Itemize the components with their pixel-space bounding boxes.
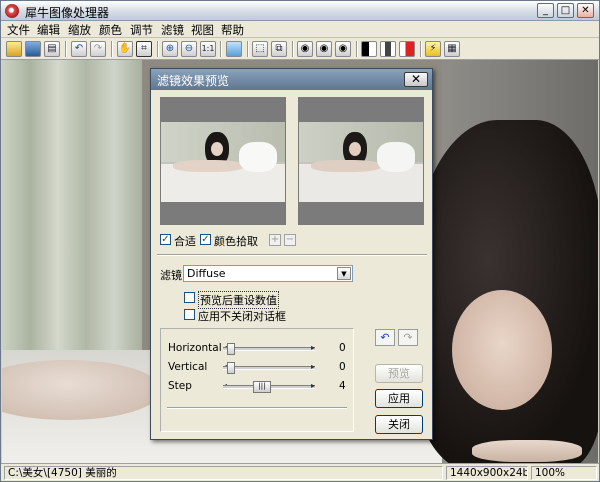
color-balance-icon[interactable] xyxy=(399,41,415,57)
slider-vertical-value: 0 xyxy=(339,361,346,373)
preview-zoom-in-button[interactable]: + xyxy=(269,234,281,246)
contrast-icon[interactable] xyxy=(380,41,396,57)
toolbar-separator xyxy=(420,41,422,57)
keep-open-checkbox[interactable] xyxy=(184,309,195,320)
title-bar[interactable]: 犀牛图像处理器 _ □ ✕ xyxy=(1,1,599,21)
menu-view[interactable]: 视图 xyxy=(191,22,214,38)
mask-icon-2[interactable]: ◉ xyxy=(316,41,332,57)
toolbar-separator xyxy=(65,41,67,57)
sharpen-icon[interactable]: ⚡ xyxy=(425,41,441,57)
slider-step[interactable]: ||| xyxy=(223,381,315,393)
filter-label: 滤镜 xyxy=(160,269,182,282)
toolbar-separator xyxy=(292,41,294,57)
menu-edit[interactable]: 编辑 xyxy=(37,22,60,38)
fit-label: 合适 xyxy=(174,235,196,248)
slider-step-label: Step xyxy=(168,380,192,392)
grid-icon[interactable]: ▦ xyxy=(444,41,460,57)
slider-thumb[interactable] xyxy=(227,362,235,374)
dialog-title-bar[interactable]: 滤镜效果预览 ✕ xyxy=(151,69,432,90)
slider-right-arrow-icon[interactable]: ▸ xyxy=(311,381,315,390)
slider-right-arrow-icon[interactable]: ▸ xyxy=(311,343,315,352)
status-dimensions: 1440x900x24bpp xyxy=(446,466,528,480)
slider-horizontal-label: Horizontal xyxy=(168,342,222,354)
zoom-out-icon[interactable]: ⊖ xyxy=(181,41,197,57)
menu-color[interactable]: 颜色 xyxy=(99,22,122,38)
face-skin xyxy=(452,290,552,410)
menu-adjust[interactable]: 调节 xyxy=(130,22,153,38)
slider-vertical[interactable] xyxy=(223,362,315,374)
levels-icon[interactable] xyxy=(361,41,377,57)
toolbar-separator xyxy=(111,41,113,57)
app-icon xyxy=(5,4,19,18)
slider-step-value: 4 xyxy=(339,380,346,392)
save-icon[interactable] xyxy=(25,41,41,57)
slider-horizontal-value: 0 xyxy=(339,342,346,354)
reset-after-preview-checkbox[interactable] xyxy=(184,292,195,303)
undo-button[interactable]: ↶ xyxy=(375,329,395,346)
preview-zoom-out-button[interactable]: − xyxy=(284,234,296,246)
keep-open-label: 应用不关闭对话框 xyxy=(198,310,286,323)
fit-window-icon[interactable] xyxy=(226,41,242,57)
redo-icon[interactable]: ↷ xyxy=(90,41,106,57)
transform-icon[interactable]: ⧉ xyxy=(271,41,287,57)
open-folder-icon[interactable] xyxy=(6,41,22,57)
actual-size-icon[interactable]: 1:1 xyxy=(200,41,216,57)
arm-skin xyxy=(472,440,582,462)
menu-file[interactable]: 文件 xyxy=(7,22,30,38)
minimize-button[interactable]: _ xyxy=(537,3,554,18)
maximize-button[interactable]: □ xyxy=(557,3,574,18)
status-path: C:\美女\[4750] 美丽的 xyxy=(4,466,443,480)
slider-divider xyxy=(167,407,347,409)
apply-button[interactable]: 应用 xyxy=(375,389,423,408)
menu-bar: 文件 编辑 缩放 颜色 调节 滤镜 视图 帮助 xyxy=(1,21,599,38)
mask-icon-3[interactable]: ◉ xyxy=(335,41,351,57)
filter-select[interactable]: Diffuse ▼ xyxy=(183,265,353,282)
dialog-divider xyxy=(157,254,427,256)
menu-zoom[interactable]: 缩放 xyxy=(68,22,91,38)
filtered-preview[interactable] xyxy=(298,97,424,225)
original-preview[interactable] xyxy=(160,97,286,225)
close-window-button[interactable]: ✕ xyxy=(577,3,594,18)
toolbar-separator xyxy=(247,41,249,57)
filtered-preview-image xyxy=(299,122,423,202)
status-bar: C:\美女\[4750] 美丽的 1440x900x24bpp 100% xyxy=(1,463,599,481)
app-window: 犀牛图像处理器 _ □ ✕ 文件 编辑 缩放 颜色 调节 滤镜 视图 帮助 ▤ … xyxy=(0,0,600,482)
redo-button[interactable]: ↷ xyxy=(398,329,418,346)
dialog-close-button[interactable]: ✕ xyxy=(404,72,428,87)
close-button[interactable]: 关闭 xyxy=(375,415,423,434)
print-icon[interactable]: ▤ xyxy=(44,41,60,57)
hand-icon[interactable]: ✋ xyxy=(117,41,133,57)
window-title: 犀牛图像处理器 xyxy=(25,6,110,20)
color-pick-checkbox[interactable]: ✓ xyxy=(200,234,211,245)
toolbar-separator xyxy=(220,41,222,57)
slider-vertical-label: Vertical xyxy=(168,361,208,373)
slider-thumb[interactable] xyxy=(227,343,235,355)
undo-icon[interactable]: ↶ xyxy=(71,41,87,57)
filter-select-value: Diffuse xyxy=(187,267,226,280)
toolbar-separator xyxy=(157,41,159,57)
slider-horizontal[interactable] xyxy=(223,343,315,355)
menu-filter[interactable]: 滤镜 xyxy=(161,22,184,38)
crop-icon[interactable]: ⌗ xyxy=(136,41,152,57)
slider-group: Horizontal ◂ ▸ 0 Vertical ◂ ▸ 0 Step ◂ |… xyxy=(160,328,354,432)
toolbar: ▤ ↶ ↷ ✋ ⌗ ⊕ ⊖ 1:1 ⬚ ⧉ ◉ ◉ ◉ ⚡ ▦ xyxy=(1,38,599,60)
chevron-down-icon[interactable]: ▼ xyxy=(337,267,351,280)
color-pick-label: 颜色拾取 xyxy=(214,235,258,248)
fit-checkbox[interactable]: ✓ xyxy=(160,234,171,245)
slider-thumb[interactable]: ||| xyxy=(253,381,271,393)
mask-icon-1[interactable]: ◉ xyxy=(297,41,313,57)
select-icon[interactable]: ⬚ xyxy=(252,41,268,57)
zoom-in-icon[interactable]: ⊕ xyxy=(162,41,178,57)
filter-preview-dialog: 滤镜效果预览 ✕ ✓ 合适 ✓ 颜色拾取 + − 滤镜 Diffuse ▼ 预览… xyxy=(150,68,433,440)
menu-help[interactable]: 帮助 xyxy=(221,22,244,38)
reset-after-preview-label: 预览后重设数值 xyxy=(198,291,279,309)
status-zoom: 100% xyxy=(531,466,597,480)
slider-right-arrow-icon[interactable]: ▸ xyxy=(311,362,315,371)
dialog-title: 滤镜效果预览 xyxy=(157,74,230,88)
original-preview-image xyxy=(161,122,285,202)
preview-button[interactable]: 预览 xyxy=(375,364,423,383)
toolbar-separator xyxy=(356,41,358,57)
